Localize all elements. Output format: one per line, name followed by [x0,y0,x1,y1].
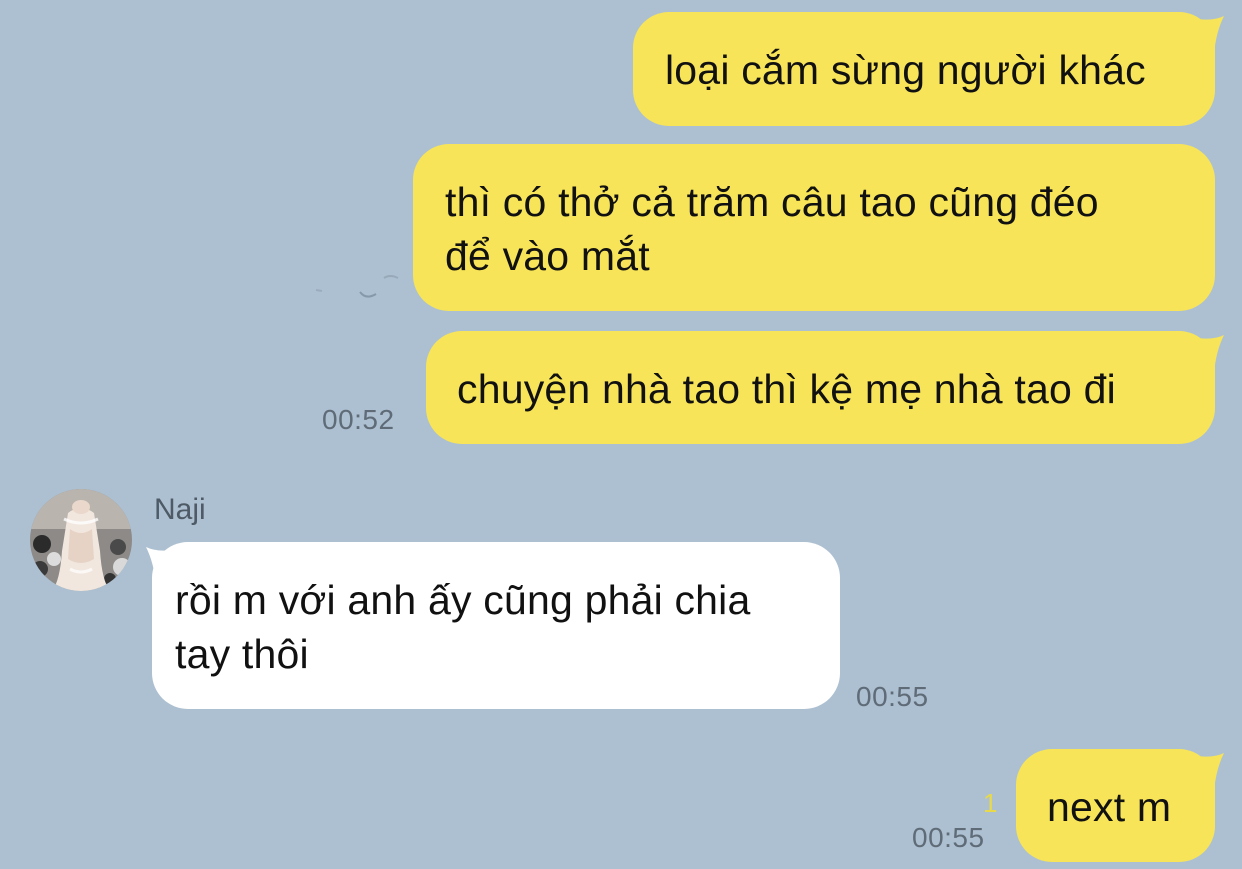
read-receipt-count: 1 [983,788,998,818]
message-text-line: thì có thở cả trăm câu tao cũng đéo [445,179,1099,225]
bubble-tail-outgoing [1192,753,1224,791]
message-bubble-outgoing[interactable]: chuyện nhà tao thì kệ mẹ nhà tao đi [426,331,1215,444]
message-text: loại cắm sừng người khác [665,47,1146,93]
contact-avatar[interactable] [30,489,132,591]
message-bubble-outgoing[interactable]: thì có thở cả trăm câu tao cũng đéo để v… [413,144,1215,311]
message-text-line: rồi m với anh ấy cũng phải chia [175,577,751,623]
message-bubble-incoming[interactable]: rồi m với anh ấy cũng phải chia tay thôi [152,542,840,709]
message-timestamp: 00:55 [856,681,929,712]
message-text-line: để vào mắt [445,233,650,279]
avatar-photo-icon [30,489,132,591]
message-bubble-outgoing[interactable]: loại cắm sừng người khác [633,12,1215,126]
message-text: chuyện nhà tao thì kệ mẹ nhà tao đi [457,366,1116,412]
message-timestamp: 00:55 [912,822,985,853]
bubble-tail-outgoing [1192,335,1224,373]
message-timestamp: 00:52 [322,404,395,435]
chat-view: loại cắm sừng người khác thì có thở cả t… [0,0,1242,869]
screen-smudge [315,275,399,298]
message-text: next m [1047,784,1172,830]
message-bubble-outgoing[interactable]: next m [1016,749,1215,862]
sender-name: Naji [154,493,206,526]
message-text-line: tay thôi [175,631,309,677]
bubble-tail-outgoing [1192,16,1224,54]
